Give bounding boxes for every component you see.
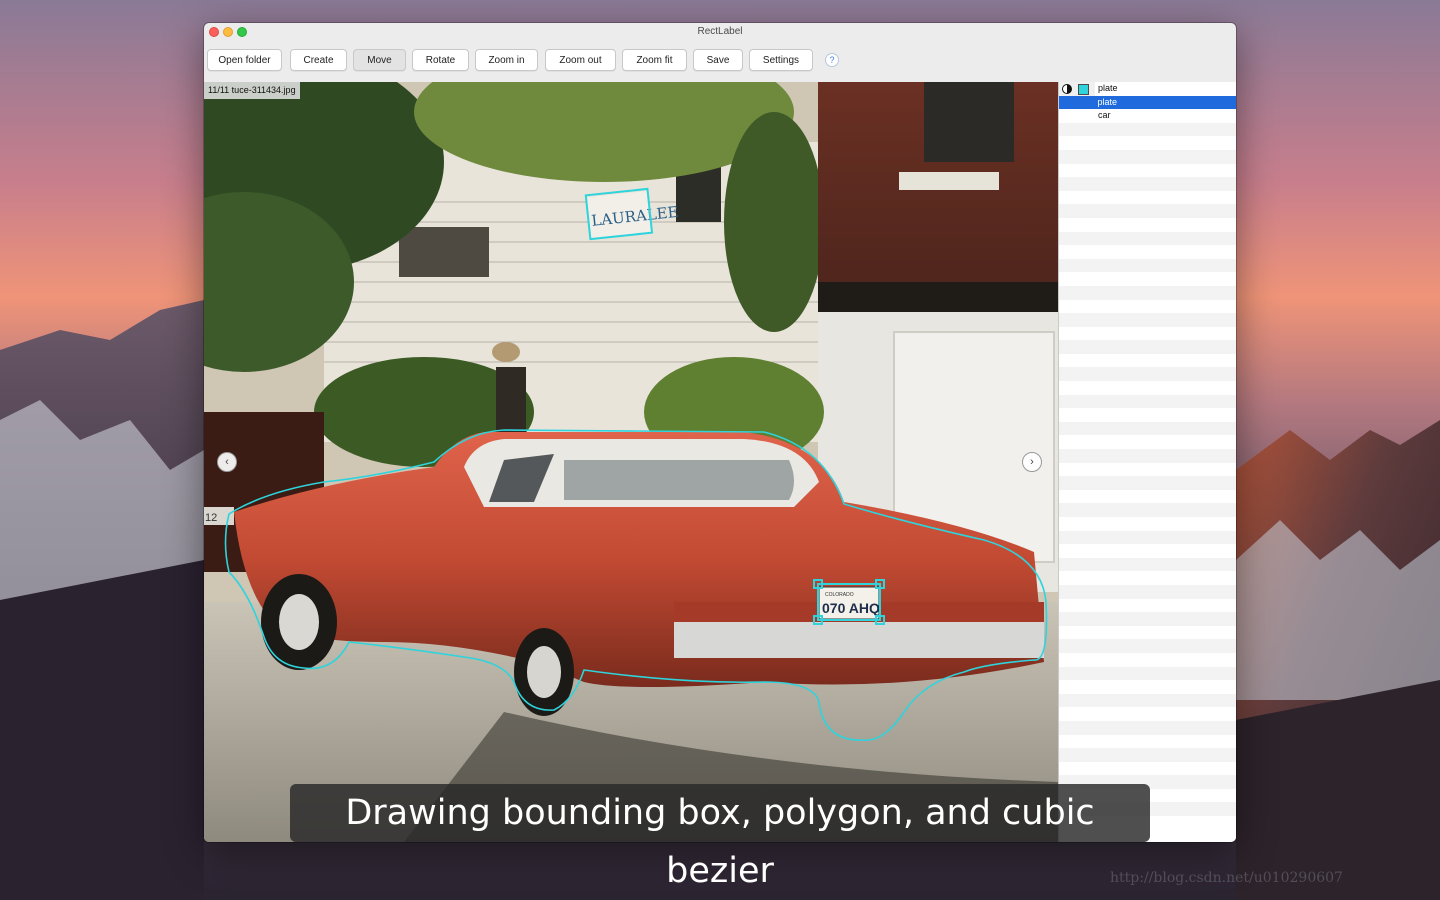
file-label: 11/11 tuce-311434.jpg [204, 82, 300, 99]
empty-label-row [1059, 666, 1236, 681]
empty-label-row [1059, 503, 1236, 518]
empty-label-row [1059, 204, 1236, 218]
save-button[interactable]: Save [693, 49, 743, 71]
car-photo: LAURALEE 12 COLORADO 070 AHQ [204, 82, 1058, 842]
empty-label-row [1059, 245, 1236, 259]
image-canvas[interactable]: LAURALEE 12 COLORADO 070 AHQ 11/11 tuce-… [204, 82, 1058, 842]
empty-label-row [1059, 164, 1236, 178]
zoom-out-button[interactable]: Zoom out [545, 49, 616, 71]
empty-label-row [1059, 421, 1236, 436]
rotate-button[interactable]: Rotate [412, 49, 469, 71]
empty-label-row [1059, 639, 1236, 653]
empty-label-row [1059, 327, 1236, 341]
empty-label-row [1059, 367, 1236, 382]
label-panel-tools [1059, 82, 1095, 96]
zoom-fit-button[interactable]: Zoom fit [622, 49, 687, 71]
empty-label-row [1059, 340, 1236, 354]
label-list-panel: plate plate car [1058, 82, 1236, 842]
empty-label-row [1059, 530, 1236, 545]
empty-label-row [1059, 653, 1236, 667]
empty-label-row [1059, 272, 1236, 286]
empty-label-row [1059, 300, 1236, 314]
empty-label-row [1059, 476, 1236, 490]
side-plate-text: 12 [205, 512, 217, 524]
empty-label-row [1059, 149, 1236, 164]
empty-label-row [1059, 136, 1236, 150]
caption-banner: Drawing bounding box, polygon, and cubic… [290, 784, 1150, 891]
empty-label-row [1059, 599, 1236, 613]
empty-label-row [1059, 544, 1236, 558]
empty-label-row [1059, 122, 1236, 137]
move-button[interactable]: Move [353, 49, 406, 71]
next-image-button[interactable]: › [1022, 452, 1042, 472]
empty-label-row [1059, 680, 1236, 694]
empty-label-row [1059, 557, 1236, 572]
empty-label-row [1059, 449, 1236, 463]
empty-label-row [1059, 571, 1236, 585]
empty-label-row [1059, 354, 1236, 368]
empty-label-rows [1059, 122, 1236, 830]
empty-label-row [1059, 177, 1236, 191]
label-item-plate-2[interactable]: plate [1059, 95, 1236, 110]
chevron-right-icon: › [1030, 456, 1034, 468]
empty-label-row [1059, 435, 1236, 449]
window-zoom-button[interactable] [237, 27, 247, 37]
empty-label-row [1059, 191, 1236, 205]
empty-label-row [1059, 612, 1236, 626]
help-button[interactable]: ? [825, 53, 839, 67]
empty-label-row [1059, 490, 1236, 504]
plate-number-text: 070 AHQ [822, 600, 880, 616]
empty-label-row [1059, 707, 1236, 721]
plate-state-text: COLORADO [825, 592, 854, 598]
empty-label-row [1059, 231, 1236, 246]
empty-label-row [1059, 517, 1236, 531]
empty-label-row [1059, 285, 1236, 300]
toolbar: Open folder Create Move Rotate Zoom in Z… [204, 49, 1236, 71]
app-window: RectLabel Open folder Create Move Rotate… [204, 23, 1236, 842]
empty-label-row [1059, 762, 1236, 776]
label-color-swatch[interactable] [1078, 84, 1089, 95]
settings-button[interactable]: Settings [749, 49, 813, 71]
empty-label-row [1059, 626, 1236, 640]
empty-label-row [1059, 394, 1236, 409]
empty-label-row [1059, 381, 1236, 395]
create-button[interactable]: Create [290, 49, 347, 71]
zoom-in-button[interactable]: Zoom in [475, 49, 538, 71]
window-close-button[interactable] [209, 27, 219, 37]
empty-label-row [1059, 258, 1236, 273]
title-bar[interactable]: RectLabel [204, 23, 1236, 41]
empty-label-row [1059, 693, 1236, 708]
window-title: RectLabel [697, 26, 743, 37]
watermark: http://blog.csdn.net/u010290607 [1110, 870, 1343, 886]
empty-label-row [1059, 313, 1236, 327]
empty-label-row [1059, 463, 1236, 477]
empty-label-row [1059, 748, 1236, 762]
label-item-text: plate [1097, 96, 1118, 107]
contrast-icon[interactable] [1062, 84, 1072, 94]
empty-label-row [1059, 218, 1236, 232]
prev-image-button[interactable]: ‹ [217, 452, 237, 472]
window-minimize-button[interactable] [223, 27, 233, 37]
chevron-left-icon: ‹ [225, 456, 229, 468]
label-item-car[interactable]: car [1059, 109, 1236, 123]
open-folder-button[interactable]: Open folder [207, 49, 282, 71]
empty-label-row [1059, 408, 1236, 422]
empty-label-row [1059, 720, 1236, 735]
empty-label-row [1059, 584, 1236, 599]
empty-label-row [1059, 735, 1236, 749]
